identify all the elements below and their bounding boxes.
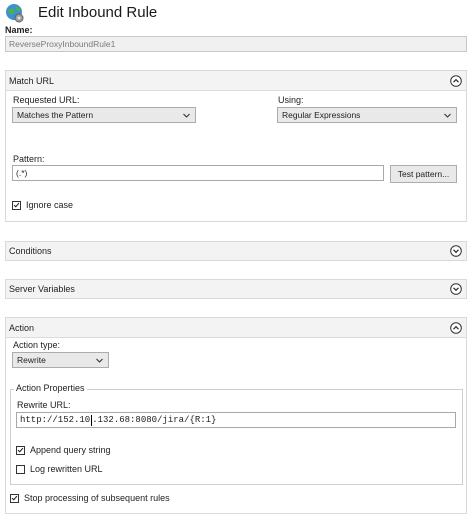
using-label: Using:: [278, 95, 304, 105]
server-variables-header[interactable]: Server Variables: [6, 280, 466, 298]
match-url-title: Match URL: [9, 75, 55, 86]
ignore-case-label: Ignore case: [26, 200, 74, 210]
expand-down-icon[interactable]: [450, 245, 462, 257]
conditions-header[interactable]: Conditions: [6, 242, 466, 260]
action-type-label: Action type:: [13, 340, 61, 350]
stop-processing-checkbox[interactable]: [10, 493, 19, 503]
name-label: Name:: [5, 25, 33, 35]
match-url-header[interactable]: Match URL: [6, 71, 466, 91]
stop-processing-label: Stop processing of subsequent rules: [24, 493, 170, 503]
requested-url-label: Requested URL:: [13, 95, 80, 105]
append-query-label: Append query string: [30, 445, 111, 455]
rewrite-url-input[interactable]: http://152.10.132.68:8080/jira/{R:1}: [16, 412, 456, 428]
action-title: Action: [9, 322, 35, 333]
page-title: Edit Inbound Rule: [38, 4, 158, 21]
match-url-panel: Match URL: [5, 70, 467, 222]
server-variables-title: Server Variables: [9, 284, 75, 294]
log-rewritten-option[interactable]: Log rewritten URL: [16, 464, 103, 474]
append-query-option[interactable]: Append query string: [16, 445, 111, 455]
expand-down-icon[interactable]: [450, 283, 462, 295]
log-rewritten-checkbox[interactable]: [16, 464, 25, 474]
test-pattern-button[interactable]: Test pattern...: [390, 165, 457, 183]
rewrite-url-label: Rewrite URL:: [17, 400, 71, 410]
using-value: Regular Expressions: [282, 110, 361, 120]
chevron-down-icon: [444, 113, 451, 118]
append-query-checkbox[interactable]: [16, 445, 25, 455]
action-type-select[interactable]: Rewrite: [12, 352, 109, 368]
ignore-case-checkbox[interactable]: [12, 200, 21, 210]
name-field[interactable]: ReverseProxyInboundRule1: [5, 36, 467, 52]
collapse-up-icon[interactable]: [450, 321, 462, 334]
chevron-down-icon: [183, 113, 190, 118]
collapse-up-icon[interactable]: [450, 74, 462, 87]
conditions-title: Conditions: [9, 246, 52, 256]
conditions-panel: Conditions: [5, 241, 467, 261]
stop-processing-option[interactable]: Stop processing of subsequent rules: [10, 493, 170, 503]
using-select[interactable]: Regular Expressions: [277, 107, 457, 123]
requested-url-value: Matches the Pattern: [17, 110, 94, 120]
action-header[interactable]: Action: [6, 318, 466, 338]
pattern-label: Pattern:: [13, 154, 45, 164]
pattern-input[interactable]: (.*): [12, 165, 384, 181]
chevron-down-icon: [96, 358, 103, 363]
server-variables-panel: Server Variables: [5, 279, 467, 299]
checkmark-icon: [13, 202, 20, 208]
action-properties-legend: Action Properties: [14, 383, 87, 393]
rewrite-url-text-part2: .132.68:8080/jira/: [92, 415, 190, 425]
checkmark-icon: [17, 447, 24, 453]
checkmark-icon: [11, 495, 18, 501]
globe-gear-icon: [4, 2, 26, 24]
action-type-value: Rewrite: [17, 355, 46, 365]
ignore-case-option[interactable]: Ignore case: [12, 200, 73, 210]
log-rewritten-label: Log rewritten URL: [30, 464, 103, 474]
rewrite-url-text-part3: {R:1}: [189, 415, 217, 425]
rewrite-url-text-part1: http://152.10: [20, 415, 91, 425]
requested-url-select[interactable]: Matches the Pattern: [12, 107, 196, 123]
